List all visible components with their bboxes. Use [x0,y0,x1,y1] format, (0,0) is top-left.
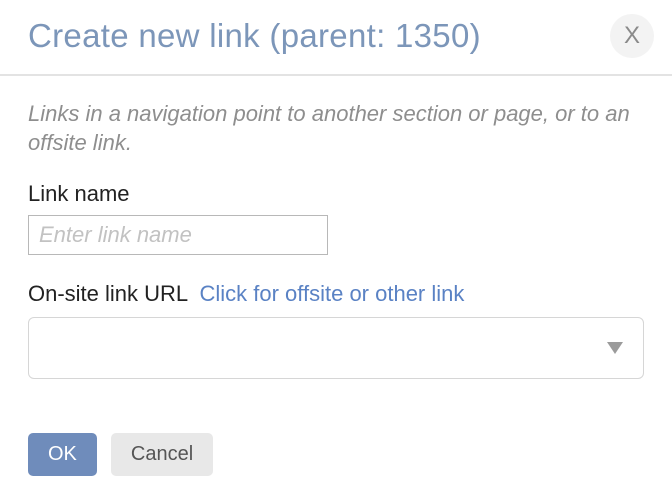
dialog-description: Links in a navigation point to another s… [28,100,644,157]
link-name-input[interactable] [28,215,328,255]
dialog-title: Create new link (parent: 1350) [28,17,481,55]
url-label-row: On-site link URL Click for offsite or ot… [28,281,644,307]
offsite-link[interactable]: Click for offsite or other link [199,281,464,306]
url-select[interactable] [28,317,644,379]
url-label: On-site link URL [28,281,187,306]
cancel-button[interactable]: Cancel [111,433,213,476]
link-name-label: Link name [28,181,644,207]
create-link-dialog: Create new link (parent: 1350) X Links i… [0,0,672,500]
ok-button[interactable]: OK [28,433,97,476]
dialog-header: Create new link (parent: 1350) X [0,0,672,76]
close-button[interactable]: X [610,14,654,58]
dialog-body: Links in a navigation point to another s… [0,76,672,417]
chevron-down-icon [607,342,623,354]
dialog-footer: OK Cancel [0,417,672,500]
close-icon: X [624,24,640,48]
